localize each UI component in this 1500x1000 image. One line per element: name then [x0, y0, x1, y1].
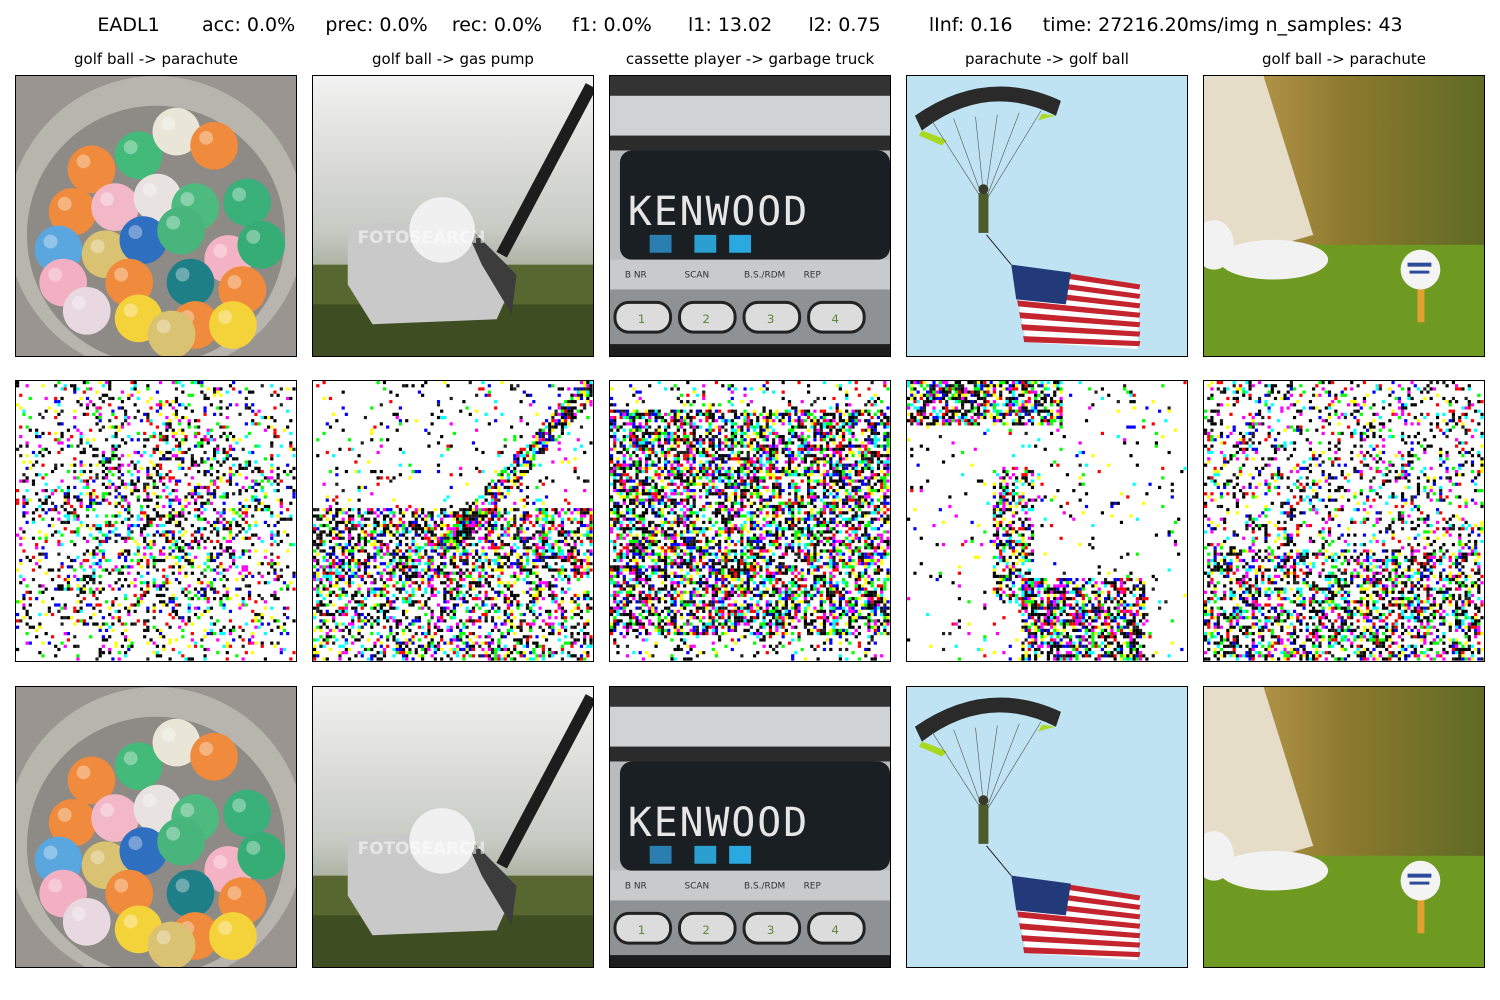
- original-image-3: KENWOOD B NR SCAN B.S./RDM REP 1 2 3 4: [609, 75, 891, 357]
- column-title-4: parachute -> golf ball: [965, 50, 1129, 68]
- svg-text:SCAN: SCAN: [684, 271, 709, 281]
- adversarial-image-3: KENWOOD B NR SCAN B.S./RDM REP 1 2 3 4: [609, 686, 891, 968]
- adversarial-image-2: FOTOSEARCH: [312, 686, 594, 968]
- svg-text:3: 3: [767, 312, 775, 326]
- svg-text:B.S./RDM: B.S./RDM: [744, 271, 785, 281]
- figure-suptitle: EADL1 acc: 0.0% prec: 0.0% rec: 0.0% f1:…: [97, 14, 1403, 36]
- original-image-5: [1203, 75, 1485, 357]
- column-title-5: golf ball -> parachute: [1262, 50, 1426, 68]
- adversarial-image-1: [15, 686, 297, 968]
- perturbation-image-1: [15, 380, 297, 662]
- perturbation-image-5: [1203, 380, 1485, 662]
- original-image-2: FOTOSEARCH: [312, 75, 594, 357]
- original-image-4: [906, 75, 1188, 357]
- adversarial-image-4: [906, 686, 1188, 968]
- column-title-3: cassette player -> garbage truck: [625, 50, 875, 68]
- perturbation-image-4: [906, 380, 1188, 662]
- svg-text:REP: REP: [804, 271, 822, 281]
- perturbation-image-3: [609, 380, 891, 662]
- svg-text:B NR: B NR: [625, 271, 647, 281]
- svg-text:4: 4: [831, 312, 839, 326]
- adversarial-image-5: [1203, 686, 1485, 968]
- svg-text:1: 1: [638, 312, 646, 326]
- column-title-2: golf ball -> gas pump: [372, 50, 534, 68]
- perturbation-image-2: [312, 380, 594, 662]
- svg-text:2: 2: [702, 312, 710, 326]
- column-title-1: golf ball -> parachute: [74, 50, 238, 68]
- svg-text:KENWOOD: KENWOOD: [628, 189, 809, 235]
- original-image-1: [15, 75, 297, 357]
- svg-text:FOTOSEARCH: FOTOSEARCH: [358, 227, 486, 247]
